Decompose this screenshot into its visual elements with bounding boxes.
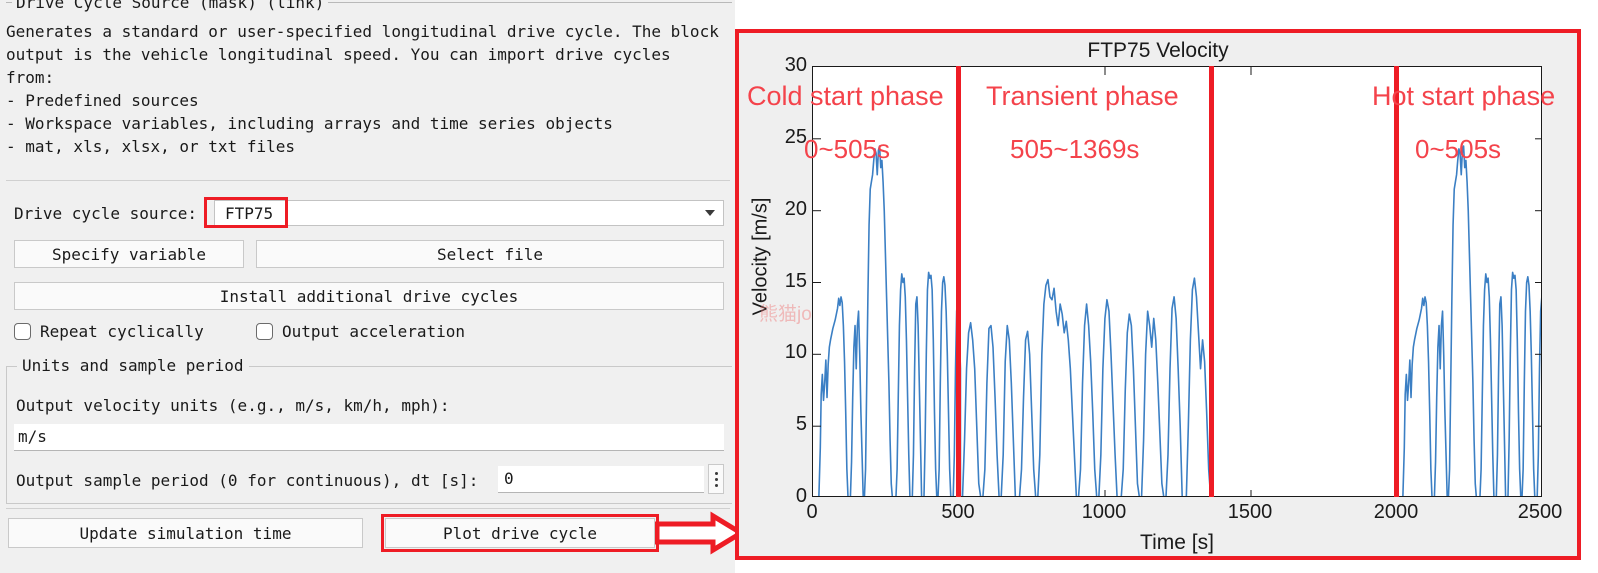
plot-area <box>812 66 1542 497</box>
y-tick-0: 0 <box>795 485 807 507</box>
y-tick-5: 5 <box>795 413 807 435</box>
output-sample-period-label: Output sample period (0 for continuous),… <box>16 471 479 490</box>
output-velocity-units-value: m/s <box>18 427 47 446</box>
dot-icon <box>714 477 718 481</box>
options-checkbox-row: Repeat cyclically Output acceleration <box>14 322 724 348</box>
chevron-down-icon <box>705 210 715 216</box>
divider-top <box>6 180 730 181</box>
x-axis-tick-labels: 0 500 1000 1500 2000 2500 <box>806 501 1562 529</box>
x-axis-label: Time [s] <box>1140 531 1214 554</box>
install-additional-drive-cycles-button[interactable]: Install additional drive cycles <box>14 282 724 310</box>
output-velocity-units-input[interactable]: m/s <box>14 424 724 451</box>
specify-variable-button[interactable]: Specify variable <box>14 240 244 268</box>
sample-period-more-options-icon[interactable] <box>708 464 724 494</box>
drive-cycle-plot-figure: FTP75 Velocity 30 25 20 15 10 5 0 Veloci… <box>735 0 1598 573</box>
velocity-series <box>818 145 1541 496</box>
block-parameters-dialog: Drive Cycle Source (mask) (link) Generat… <box>0 0 745 573</box>
mask-title: Drive Cycle Source (mask) (link) <box>12 0 329 12</box>
update-simulation-time-button[interactable]: Update simulation time <box>8 518 363 548</box>
figure-red-border-highlight: FTP75 Velocity 30 25 20 15 10 5 0 Veloci… <box>735 29 1581 560</box>
mask-description-text: Generates a standard or user-specified l… <box>6 22 719 156</box>
x-tick-1000: 1000 <box>1081 501 1127 523</box>
select-file-button[interactable]: Select file <box>256 240 724 268</box>
annotation-arrow-icon <box>655 511 745 555</box>
checkbox-icon <box>256 323 273 340</box>
output-sample-period-input[interactable]: 0 <box>498 466 704 493</box>
x-tick-1500: 1500 <box>1227 501 1273 523</box>
drive-cycle-source-dropdown[interactable]: FTP75 <box>214 200 724 226</box>
checkbox-icon <box>14 323 31 340</box>
x-axis-tick-marks <box>958 67 1398 496</box>
drive-cycle-source-value: FTP75 <box>225 204 274 223</box>
dot-icon <box>714 483 718 487</box>
x-tick-500: 500 <box>941 501 975 523</box>
dot-icon <box>714 471 718 475</box>
x-tick-2000: 2000 <box>1373 501 1419 523</box>
output-acceleration-label: Output acceleration <box>282 322 466 341</box>
repeat-cyclically-checkbox[interactable]: Repeat cyclically <box>14 322 204 341</box>
y-tick-30: 30 <box>784 54 807 76</box>
units-group-title: Units and sample period <box>17 356 249 375</box>
drive-cycle-source-label: Drive cycle source: <box>14 204 198 223</box>
output-acceleration-checkbox[interactable]: Output acceleration <box>256 322 465 341</box>
output-sample-period-value: 0 <box>504 469 514 488</box>
y-axis-label: Velocity [m/s] <box>749 197 772 316</box>
chart-title: FTP75 Velocity <box>1087 39 1229 62</box>
y-axis-tick-marks <box>813 138 1541 427</box>
drive-cycle-source-row: Drive cycle source: FTP75 <box>14 200 724 228</box>
x-tick-0: 0 <box>806 501 818 523</box>
divider-bottom <box>6 508 730 509</box>
plot-drive-cycle-button[interactable]: Plot drive cycle <box>385 518 655 548</box>
x-tick-2500: 2500 <box>1517 501 1563 523</box>
output-velocity-units-label: Output velocity units (e.g., m/s, km/h, … <box>16 396 450 415</box>
repeat-cyclically-label: Repeat cyclically <box>40 322 204 341</box>
